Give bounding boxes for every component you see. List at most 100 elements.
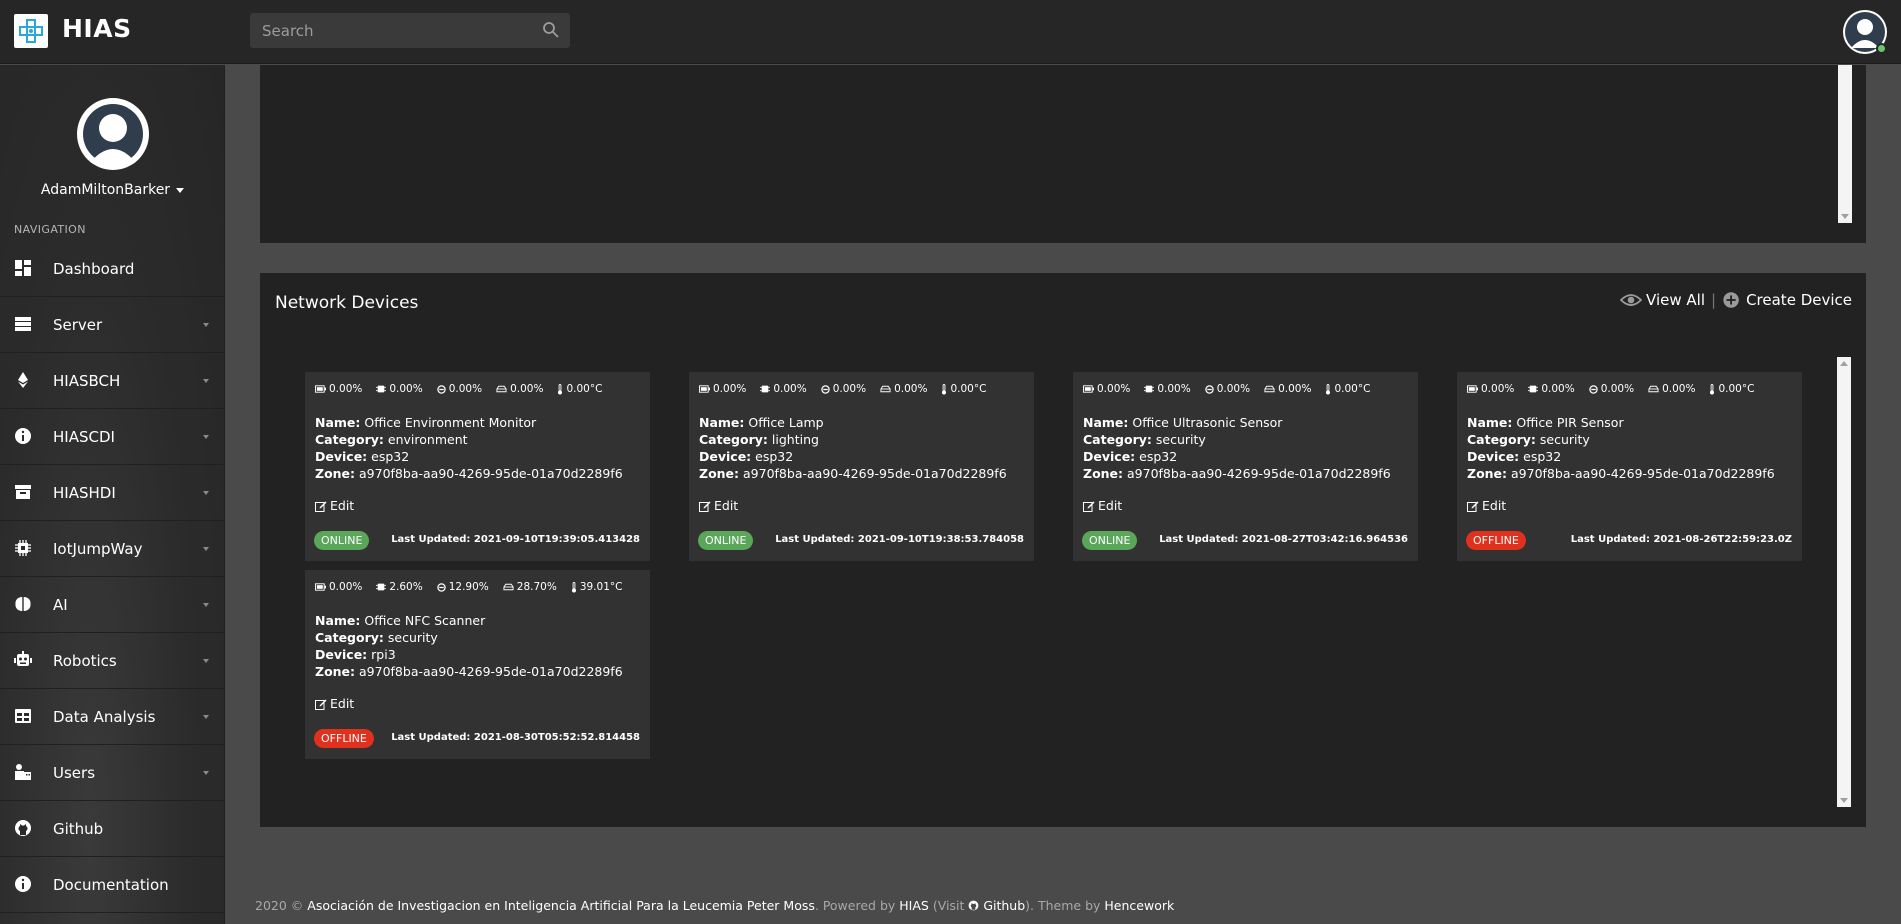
- create-device-link[interactable]: Create Device: [1746, 291, 1852, 309]
- chevron-down-icon: [203, 323, 209, 327]
- status-badge: OFFLINE: [1466, 531, 1526, 550]
- brand-title[interactable]: HIAS: [62, 14, 132, 43]
- scroll-up-icon[interactable]: [1840, 361, 1848, 366]
- device-card: 0.00% 0.00% 0.00% 0.00% 0.00°C Name: Office L…: [689, 372, 1034, 561]
- edit-icon: [699, 501, 711, 512]
- edit-device-link[interactable]: Edit: [315, 498, 354, 513]
- device-label: Device:: [699, 449, 752, 464]
- sidebar-item-hiasbch[interactable]: HIASBCH: [0, 353, 224, 409]
- edit-device-link[interactable]: Edit: [315, 696, 354, 711]
- top-panel-scrollbar[interactable]: [1838, 65, 1852, 223]
- device-stat: 12.90%: [436, 581, 489, 593]
- device-stat-value: 0.00%: [329, 581, 363, 593]
- footer-github-link[interactable]: Github: [968, 898, 1025, 913]
- storage-icon: [880, 385, 891, 393]
- zone-label: Zone:: [315, 466, 356, 481]
- sidebar-item-github[interactable]: Github: [0, 801, 224, 857]
- network-devices-panel: Network Devices View All | Create Device…: [260, 273, 1866, 827]
- sidebar-item-users[interactable]: Users: [0, 745, 224, 801]
- device-type: esp32: [371, 449, 410, 464]
- memory-icon: [820, 384, 830, 394]
- edit-device-link[interactable]: Edit: [699, 498, 738, 513]
- edit-device-link[interactable]: Edit: [1083, 498, 1122, 513]
- storage-icon: [503, 583, 514, 591]
- sidebar-item-ai[interactable]: AI: [0, 577, 224, 633]
- device-name: Office PIR Sensor: [1516, 415, 1624, 430]
- device-card: 0.00% 2.60% 12.90% 28.70% 39.01°C Name: Offic…: [305, 570, 650, 759]
- last-updated: Last Updated: 2021-08-27T03:42:16.964536: [1159, 534, 1408, 545]
- chevron-down-icon: [203, 435, 209, 439]
- device-category: security: [387, 630, 438, 645]
- footer-hias-link[interactable]: HIAS: [899, 898, 929, 913]
- sidebar-item-data-analysis[interactable]: Data Analysis: [0, 689, 224, 745]
- plus-circle-icon[interactable]: [1722, 291, 1742, 309]
- device-stat: 2.60%: [376, 581, 423, 593]
- cpu-icon: [376, 583, 387, 591]
- chevron-down-icon: [203, 659, 209, 663]
- device-stat-value: 0.00%: [1157, 383, 1191, 395]
- sidebar-item-dashboard[interactable]: Dashboard: [0, 241, 224, 297]
- edit-icon: [315, 501, 327, 512]
- sidebar-item-hiascdi[interactable]: HIASCDI: [0, 409, 224, 465]
- footer: 2020 © Asociación de Investigacion en In…: [255, 898, 1174, 913]
- device-zone: a970f8ba-aa90-4269-95de-01a70d2289f6: [359, 466, 623, 481]
- action-separator: |: [1711, 291, 1717, 309]
- edit-icon: [315, 699, 327, 710]
- sidebar-item-hiashdi[interactable]: HIASHDI: [0, 465, 224, 521]
- last-updated: Last Updated: 2021-09-10T19:39:05.413428: [391, 534, 640, 545]
- device-label: Device:: [1467, 449, 1520, 464]
- scroll-down-icon[interactable]: [1840, 798, 1848, 803]
- search-icon[interactable]: [542, 21, 560, 39]
- device-stat: 0.00%: [699, 383, 746, 395]
- device-label: Device:: [1083, 449, 1136, 464]
- dashboard-icon: [15, 260, 31, 276]
- sidebar-item-label: Dashboard: [53, 259, 135, 278]
- device-stat-value: 0.00%: [389, 383, 423, 395]
- device-stat-value: 0.00%: [1097, 383, 1131, 395]
- edit-icon: [1467, 501, 1479, 512]
- device-stat-value: 0.00%: [1216, 383, 1251, 395]
- device-card: 0.00% 0.00% 0.00% 0.00% 0.00°C Name: Office E…: [305, 372, 650, 561]
- device-name: Office Ultrasonic Sensor: [1132, 415, 1283, 430]
- device-stat-value: 0.00%: [713, 383, 747, 395]
- top-navbar: HIAS: [0, 0, 1901, 64]
- device-stat-value: 0.00%: [510, 383, 544, 395]
- status-badge: ONLINE: [698, 531, 754, 550]
- sidebar-item-label: Documentation: [53, 875, 169, 894]
- name-label: Name:: [1467, 415, 1513, 430]
- device-stat: 0.00%: [880, 383, 927, 395]
- eye-icon[interactable]: [1620, 291, 1643, 309]
- edit-device-link[interactable]: Edit: [1467, 498, 1506, 513]
- sidebar-item-server[interactable]: Server: [0, 297, 224, 353]
- device-stat: 0.00%: [315, 383, 362, 395]
- chip-icon: [15, 540, 31, 556]
- chevron-down-icon: [203, 771, 209, 775]
- cpu-icon: [1144, 385, 1155, 393]
- sidebar-item-label: Users: [53, 763, 96, 782]
- users-icon: [15, 764, 31, 780]
- thermometer-icon: [942, 383, 947, 395]
- edit-label: Edit: [714, 498, 739, 513]
- edit-label: Edit: [330, 498, 355, 513]
- user-menu-toggle[interactable]: AdamMiltonBarker: [0, 182, 225, 198]
- device-stat: 39.01°C: [571, 581, 623, 593]
- devices-scrollbar[interactable]: [1837, 357, 1851, 807]
- device-stat-value: 39.01°C: [579, 581, 623, 593]
- last-updated: Last Updated: 2021-08-30T05:52:52.814458: [391, 732, 640, 743]
- sidebar-item-robotics[interactable]: Robotics: [0, 633, 224, 689]
- zone-label: Zone:: [699, 466, 740, 481]
- sidebar-item-documentation[interactable]: Documentation: [0, 857, 224, 913]
- sidebar-item-iotjumpway[interactable]: IotJumpWay: [0, 521, 224, 577]
- hias-logo-icon[interactable]: [14, 14, 48, 48]
- view-all-link[interactable]: View All: [1646, 291, 1705, 309]
- footer-hencework-link[interactable]: Hencework: [1104, 898, 1174, 913]
- footer-org-link[interactable]: Asociación de Investigacion en Inteligen…: [307, 898, 815, 913]
- device-stat: 0.00%: [1264, 383, 1311, 395]
- memory-icon: [1204, 384, 1214, 394]
- search-input[interactable]: [250, 13, 570, 48]
- scroll-down-icon[interactable]: [1841, 214, 1849, 219]
- device-category: security: [1155, 432, 1206, 447]
- name-label: Name:: [315, 415, 361, 430]
- caret-down-icon: [176, 187, 185, 193]
- sidebar-item-label: HIASCDI: [53, 427, 115, 446]
